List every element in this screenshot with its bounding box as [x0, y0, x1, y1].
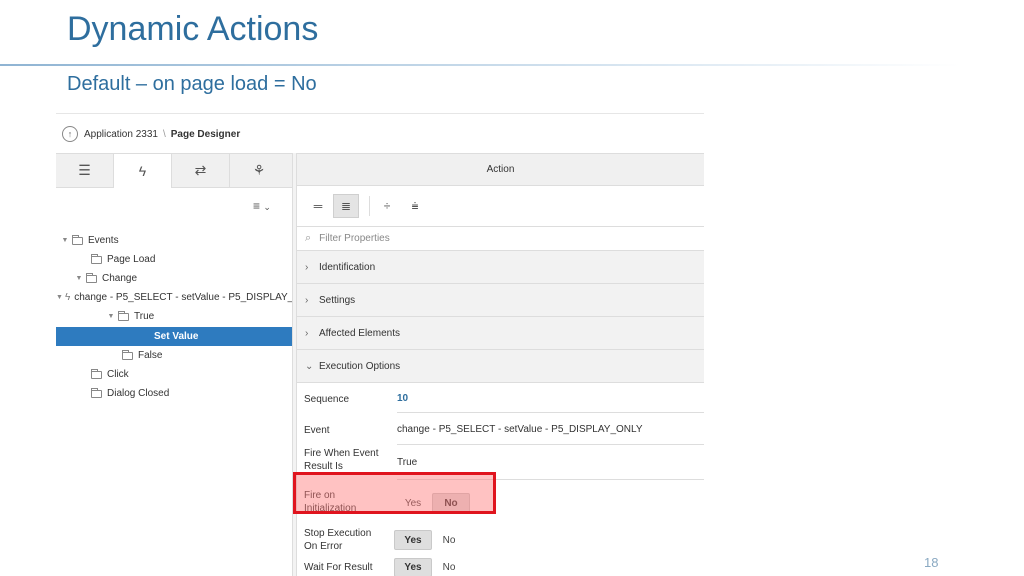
tree-label: True — [134, 311, 155, 322]
title-rule — [0, 64, 960, 66]
tree-node-click[interactable]: Click — [56, 365, 292, 384]
tree-label: Set Value — [154, 331, 199, 342]
section-label: Identification — [319, 261, 376, 273]
tree-node-change[interactable]: ▼ Change — [56, 269, 292, 288]
stop-exec-yes-button[interactable]: Yes — [394, 530, 432, 550]
prop-stop-execution: Stop Execution On Error Yes No — [297, 523, 704, 559]
toolbar-separator — [369, 196, 370, 216]
tree-node-change-action[interactable]: ▼ ϟ change - P5_SELECT - setValue - P5_D… — [56, 288, 292, 307]
menu-icon: ≡ — [253, 199, 261, 213]
chevron-down-icon: ⌄ — [263, 202, 271, 212]
expand-all-button[interactable]: ⩧ — [402, 194, 428, 218]
chevron-right-icon: › — [305, 327, 309, 339]
sequence-field[interactable]: 10 — [397, 393, 408, 404]
stop-exec-no-button[interactable]: No — [435, 530, 463, 550]
rendering-icon: ☰ — [78, 162, 91, 178]
tree-node-events[interactable]: ▼ Events — [56, 231, 292, 250]
filter-properties[interactable]: ⌕ Filter Properties — [297, 226, 704, 251]
tree-label: change - P5_SELECT - setValue - P5_DISPL… — [74, 292, 292, 303]
property-editor-header: Action — [297, 153, 704, 186]
folder-icon — [91, 387, 102, 398]
collapse-all-button[interactable]: ÷ — [374, 194, 400, 218]
tree-node-false[interactable]: False — [56, 346, 292, 365]
slide-subtitle: Default – on page load = No — [67, 73, 317, 95]
dynamic-actions-icon: ϟ — [138, 163, 147, 179]
top-rule — [56, 113, 704, 114]
tab-processing[interactable]: ⇄ — [172, 154, 230, 187]
event-select[interactable]: change - P5_SELECT - setValue - P5_DISPL… — [397, 424, 643, 435]
folder-icon — [86, 272, 97, 283]
wait-label: Wait For Result — [304, 562, 373, 573]
highlight-box — [293, 472, 496, 514]
lines-icon: ═ — [313, 199, 323, 213]
chevron-down-icon: ⌄ — [305, 360, 314, 372]
page-designer-screenshot: ↑ Application 2331 \ Page Designer ☰ ϟ ⇄… — [56, 113, 704, 576]
section-label: Settings — [319, 294, 356, 306]
slide-title: Dynamic Actions — [67, 10, 319, 48]
folder-icon — [122, 349, 133, 360]
prop-sequence: Sequence 10 — [297, 383, 704, 413]
collapse-icon[interactable]: ▼ — [56, 294, 63, 301]
show-common-button[interactable]: ═ — [305, 194, 331, 218]
tab-rendering[interactable]: ☰ — [56, 154, 114, 187]
tree-label: Page Load — [107, 254, 156, 265]
breadcrumb: ↑ Application 2331 \ Page Designer — [62, 125, 240, 143]
breadcrumb-app[interactable]: Application 2331 — [84, 129, 158, 140]
filter-placeholder: Filter Properties — [319, 233, 390, 244]
property-toolbar: ═ ≣ ÷ ⩧ — [297, 186, 704, 226]
folder-icon — [91, 253, 102, 264]
fire-when-label-line1: Fire When Event — [304, 448, 379, 459]
expand-all-icon: ⩧ — [411, 198, 419, 213]
tree-label: Events — [88, 235, 119, 246]
tree-node-page-load[interactable]: Page Load — [56, 250, 292, 269]
all-lines-icon: ≣ — [340, 199, 352, 213]
search-icon: ⌕ — [305, 232, 312, 244]
tree-label: Change — [102, 273, 138, 284]
breadcrumb-separator: \ — [162, 128, 166, 140]
prop-wait-for-result: Wait For Result Yes No — [297, 557, 704, 576]
event-label: Event — [304, 425, 330, 436]
section-label: Affected Elements — [319, 327, 400, 339]
section-affected-elements[interactable]: › Affected Elements — [297, 317, 704, 350]
tab-shared-components[interactable]: ⚘ — [230, 154, 288, 187]
stop-exec-label-line2: On Error — [304, 541, 343, 552]
collapse-icon[interactable]: ▼ — [106, 313, 116, 320]
show-all-button[interactable]: ≣ — [333, 194, 359, 218]
lightning-icon: ϟ — [64, 292, 71, 303]
processing-icon: ⇄ — [194, 162, 207, 178]
fire-when-select[interactable]: True — [397, 457, 417, 468]
stop-exec-label-line1: Stop Execution — [304, 528, 372, 539]
chevron-right-icon: › — [305, 261, 309, 273]
tree-node-dialog-closed[interactable]: Dialog Closed — [56, 384, 292, 403]
page-number: 18 — [924, 555, 939, 570]
fire-when-label: Fire When Event Result Is — [304, 447, 378, 473]
section-identification[interactable]: › Identification — [297, 251, 704, 284]
sequence-label: Sequence — [304, 394, 350, 405]
tab-dynamic-actions[interactable]: ϟ — [114, 154, 172, 188]
tree-label: False — [138, 350, 163, 361]
collapse-icon[interactable]: ▼ — [74, 275, 84, 282]
shared-components-icon: ⚘ — [252, 162, 266, 178]
folder-icon — [91, 368, 102, 379]
left-pane-tabs: ☰ ϟ ⇄ ⚘ — [56, 153, 292, 188]
section-execution-options[interactable]: ⌄ Execution Options — [297, 350, 704, 383]
tree-node-true[interactable]: ▼ True — [56, 307, 292, 326]
tree-label: Click — [107, 369, 129, 380]
section-label: Execution Options — [319, 360, 401, 372]
stop-exec-label: Stop Execution On Error — [304, 527, 371, 553]
collapse-all-icon: ÷ — [383, 199, 391, 213]
prop-event: Event change - P5_SELECT - setValue - P5… — [297, 413, 704, 445]
collapse-icon[interactable]: ▼ — [60, 237, 70, 244]
wait-yes-button[interactable]: Yes — [394, 558, 432, 576]
breadcrumb-page: Page Designer — [170, 128, 241, 140]
tree-label: Dialog Closed — [107, 388, 170, 399]
folder-icon — [118, 310, 129, 321]
section-settings[interactable]: › Settings — [297, 284, 704, 317]
up-arrow-icon[interactable]: ↑ — [62, 126, 78, 142]
chevron-right-icon: › — [305, 294, 309, 306]
folder-icon — [72, 234, 83, 245]
tree-node-set-value[interactable]: Set Value — [56, 327, 292, 346]
wait-no-button[interactable]: No — [435, 558, 463, 576]
tree-menu-button[interactable]: ≡ ⌄ — [253, 199, 271, 213]
